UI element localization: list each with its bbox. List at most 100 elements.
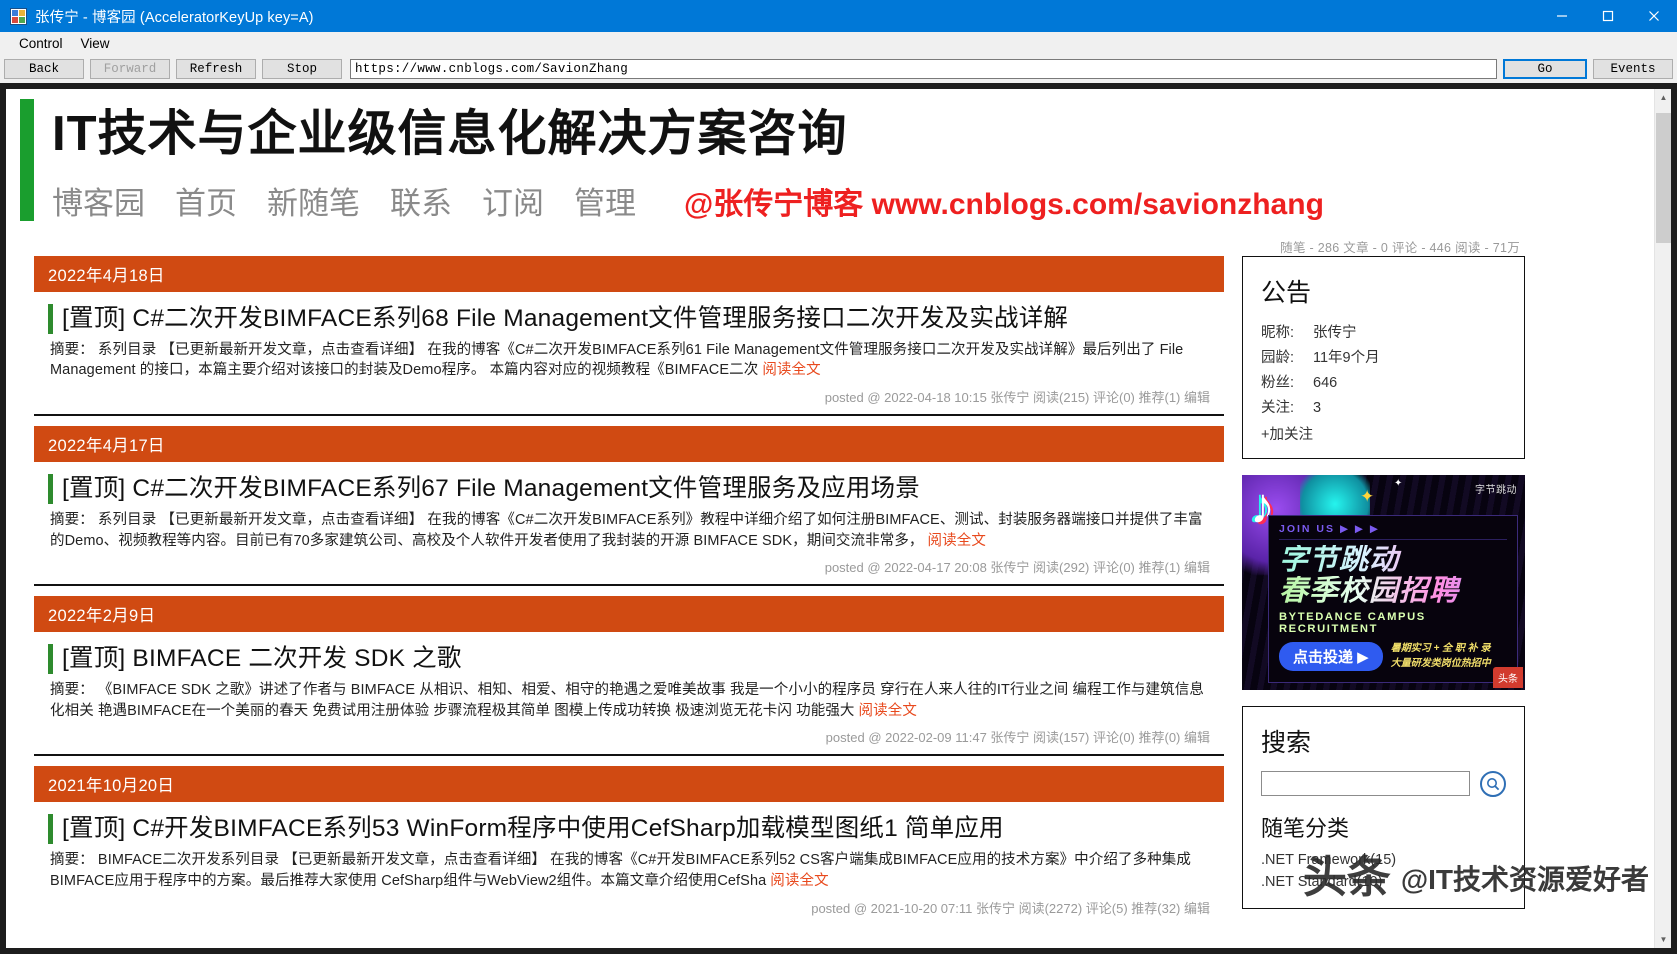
post-summary: 摘要： 系列目录 【已更新最新开发文章，点击查看详细】 在我的博客《C#二次开发… xyxy=(50,340,1210,381)
nav-link-contact[interactable]: 联系 xyxy=(390,178,452,223)
back-button[interactable]: Back xyxy=(4,59,84,79)
search-row xyxy=(1261,770,1506,797)
ad-headline-1: 字节跳动 xyxy=(1279,544,1507,576)
title-bar: 张传宁 - 博客园 (AcceleratorKeyUp key=A) xyxy=(0,0,1677,32)
post-entry: 2022年2月9日 [置顶] BIMFACE 二次开发 SDK 之歌 摘要： 《… xyxy=(34,596,1224,757)
announcement-row-following: 关注: 3 xyxy=(1261,396,1506,421)
ad-apply-label: 点击投递 xyxy=(1293,649,1354,667)
category-item[interactable]: .NET Framework(15) xyxy=(1261,849,1506,871)
announcement-value: 3 xyxy=(1313,399,1322,416)
category-item[interactable]: .NET Standard(10) xyxy=(1261,871,1506,893)
menu-item-view[interactable]: View xyxy=(72,34,119,53)
blog-header: IT技术与企业级信息化解决方案咨询 博客园 首页 新随笔 联系 订阅 管理 @张… xyxy=(6,89,1554,229)
post-title-link[interactable]: [置顶] BIMFACE 二次开发 SDK 之歌 xyxy=(62,644,462,674)
go-button[interactable]: Go xyxy=(1503,59,1587,79)
post-title-link[interactable]: [置顶] C#二次开发BIMFACE系列68 File Management文件… xyxy=(62,304,1068,334)
post-date: 2022年4月17日 xyxy=(34,426,1224,463)
announcement-row-nickname: 昵称: 张传宁 xyxy=(1261,321,1506,346)
title-accent-bar xyxy=(48,303,53,334)
announcement-card: 公告 昵称: 张传宁 园龄: 11年9个月 粉丝: 646 关注: 3 +加关注 xyxy=(1242,255,1525,459)
post-title-row[interactable]: [置顶] C#开发BIMFACE系列53 WinForm程序中使用CefShar… xyxy=(48,814,1224,845)
post-meta: posted @ 2022-04-17 20:08 张传宁 阅读(292) 评论… xyxy=(824,560,1210,576)
content-area: 2022年4月18日 [置顶] C#二次开发BIMFACE系列68 File M… xyxy=(6,255,1554,935)
close-button[interactable] xyxy=(1631,0,1677,32)
post-summary-text: 摘要： 《BIMFACE SDK 之歌》讲述了作者与 BIMFACE 从相识、相… xyxy=(50,682,1204,719)
refresh-button[interactable]: Refresh xyxy=(176,59,256,79)
title-accent-bar xyxy=(48,474,53,505)
advertisement-banner[interactable]: ♪ ✦ ✦ 字节跳动 JOIN US ▶ ▶ ▶ 字节跳动 春季校园招聘 BYT… xyxy=(1242,474,1525,690)
post-meta: posted @ 2022-02-09 11:47 张传宁 阅读(157) 评论… xyxy=(825,730,1210,746)
sidebar: 公告 昵称: 张传宁 园龄: 11年9个月 粉丝: 646 关注: 3 +加关注… xyxy=(1242,255,1525,935)
ad-subtitle: BYTEDANCE CAMPUS RECRUITMENT xyxy=(1279,611,1426,636)
search-icon[interactable] xyxy=(1480,770,1506,797)
post-summary: 摘要： 系列目录 【已更新最新开发文章，点击查看详细】 在我的博客《C#二次开发… xyxy=(50,510,1210,551)
post-summary-text: 摘要： BIMFACE二次开发系列目录 【已更新最新开发文章，点击查看详细】 在… xyxy=(50,852,1191,889)
announcement-row-fans: 粉丝: 646 xyxy=(1261,371,1506,396)
post-entry: 2021年10月20日 [置顶] C#开发BIMFACE系列53 WinForm… xyxy=(34,766,1224,924)
scrollbar-thumb[interactable] xyxy=(1656,113,1671,243)
announcement-row-age: 园龄: 11年9个月 xyxy=(1261,346,1506,371)
browser-viewport: IT技术与企业级信息化解决方案咨询 博客园 首页 新随笔 联系 订阅 管理 @张… xyxy=(0,83,1677,954)
scroll-down-icon[interactable]: ▼ xyxy=(1655,931,1671,948)
search-input[interactable] xyxy=(1261,771,1470,797)
nav-link-home[interactable]: 首页 xyxy=(175,178,237,223)
maximize-button[interactable] xyxy=(1585,0,1631,32)
title-accent-bar xyxy=(48,644,53,675)
search-title: 搜索 xyxy=(1261,728,1312,757)
forward-button[interactable]: Forward xyxy=(90,59,170,79)
post-title-row[interactable]: [置顶] BIMFACE 二次开发 SDK 之歌 xyxy=(48,644,1224,675)
ad-joinus-label: JOIN US ▶ ▶ ▶ xyxy=(1279,523,1507,540)
window-controls xyxy=(1539,0,1677,32)
browser-toolbar: Back Forward Refresh Stop Go Events xyxy=(0,55,1677,83)
stop-button[interactable]: Stop xyxy=(262,59,342,79)
read-more-link[interactable]: 阅读全文 xyxy=(859,703,917,719)
nav-link-cnblogs[interactable]: 博客园 xyxy=(52,178,145,223)
post-list: 2022年4月18日 [置顶] C#二次开发BIMFACE系列68 File M… xyxy=(34,255,1224,935)
ad-apply-button[interactable]: 点击投递 ▶ xyxy=(1279,642,1383,672)
ad-note: 暑期实习 + 全 职 补 录 大量研发类岗位热招中 xyxy=(1391,642,1491,671)
post-date: 2022年4月18日 xyxy=(34,255,1224,292)
web-page: IT技术与企业级信息化解决方案咨询 博客园 首页 新随笔 联系 订阅 管理 @张… xyxy=(6,89,1554,948)
window-title: 张传宁 - 博客园 (AcceleratorKeyUp key=A) xyxy=(35,9,314,26)
post-summary-text: 摘要： 系列目录 【已更新最新开发文章，点击查看详细】 在我的博客《C#二次开发… xyxy=(50,341,1184,379)
read-more-link[interactable]: 阅读全文 xyxy=(928,533,986,549)
ad-brand-label: 字节跳动 xyxy=(1475,484,1517,496)
announcement-title: 公告 xyxy=(1261,278,1312,307)
post-title-link[interactable]: [置顶] C#开发BIMFACE系列53 WinForm程序中使用CefShar… xyxy=(62,814,1004,844)
post-entry: 2022年4月17日 [置顶] C#二次开发BIMFACE系列67 File M… xyxy=(34,426,1224,587)
announcement-key: 园龄: xyxy=(1261,349,1295,366)
minimize-button[interactable] xyxy=(1539,0,1585,32)
star-icon: ✦ xyxy=(1360,486,1375,506)
toutiao-badge: 头条 xyxy=(1493,666,1523,688)
events-button[interactable]: Events xyxy=(1593,59,1673,79)
search-card: 搜索 随笔分类 .NET Framework(15) .NET Standard… xyxy=(1242,705,1525,909)
url-input[interactable] xyxy=(350,59,1497,79)
post-date: 2022年2月9日 xyxy=(34,596,1224,633)
post-title-link[interactable]: [置顶] C#二次开发BIMFACE系列67 File Management文件… xyxy=(62,474,920,504)
nav-link-new-post[interactable]: 新随笔 xyxy=(267,178,360,223)
nav-link-subscribe[interactable]: 订阅 xyxy=(482,178,544,223)
sparkle-icon: ✦ xyxy=(1394,477,1403,489)
page-scrollbar[interactable]: ▲ ▼ xyxy=(1654,89,1671,948)
nav-link-admin[interactable]: 管理 xyxy=(574,178,636,223)
menu-bar: Control View xyxy=(0,32,1677,55)
scroll-up-icon[interactable]: ▲ xyxy=(1655,89,1671,106)
read-more-link[interactable]: 阅读全文 xyxy=(762,362,820,378)
post-title-row[interactable]: [置顶] C#二次开发BIMFACE系列68 File Management文件… xyxy=(48,303,1224,334)
announcement-key: 关注: xyxy=(1261,399,1295,416)
ad-cta-row: 点击投递 ▶ 暑期实习 + 全 职 补 录 大量研发类岗位热招中 xyxy=(1279,642,1507,672)
read-more-link[interactable]: 阅读全文 xyxy=(770,873,828,889)
post-summary: 摘要： BIMFACE二次开发系列目录 【已更新最新开发文章，点击查看详细】 在… xyxy=(50,850,1210,891)
post-title-row[interactable]: [置顶] C#二次开发BIMFACE系列67 File Management文件… xyxy=(48,474,1224,505)
ad-note-line-1: 暑期实习 + 全 职 补 录 xyxy=(1390,643,1491,655)
application-window: 张传宁 - 博客园 (AcceleratorKeyUp key=A) Contr… xyxy=(0,0,1677,954)
announcement-key: 昵称: xyxy=(1261,324,1295,341)
menu-item-control[interactable]: Control xyxy=(10,34,72,53)
post-date: 2021年10月20日 xyxy=(34,766,1224,803)
follow-button[interactable]: +加关注 xyxy=(1261,423,1506,444)
title-accent-bar xyxy=(48,814,53,845)
promo-url: www.cnblogs.com/savionzhang xyxy=(871,187,1324,221)
ad-note-line-2: 大量研发类岗位热招中 xyxy=(1390,657,1491,669)
post-entry: 2022年4月18日 [置顶] C#二次开发BIMFACE系列68 File M… xyxy=(34,255,1224,417)
blog-navigation: 博客园 首页 新随笔 联系 订阅 管理 @张传宁博客 www.cnblogs.c… xyxy=(52,178,1554,223)
